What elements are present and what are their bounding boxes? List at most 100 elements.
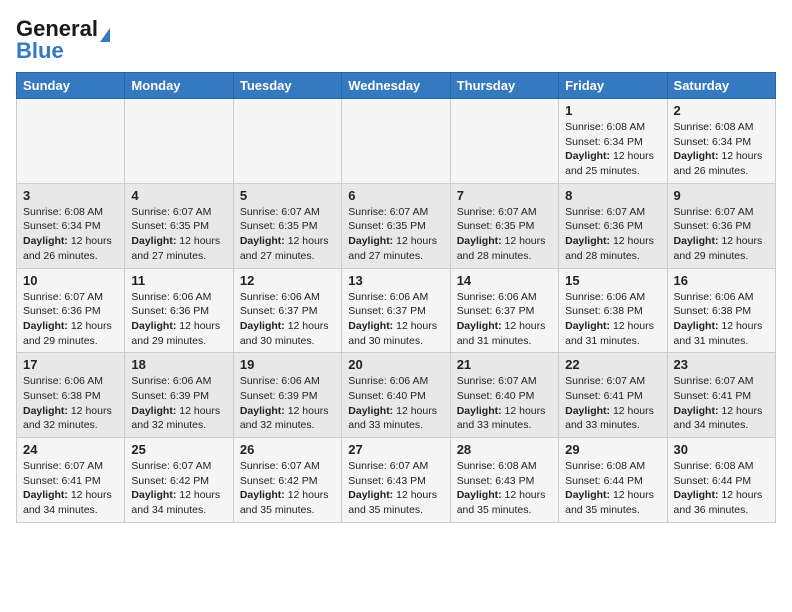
day-header-saturday: Saturday — [667, 73, 775, 99]
day-number: 26 — [240, 442, 335, 457]
day-info: Daylight: 12 hours and 34 minutes. — [674, 404, 769, 433]
calendar-cell: 9Sunrise: 6:07 AMSunset: 6:36 PMDaylight… — [667, 183, 775, 268]
day-info: Sunset: 6:38 PM — [565, 304, 660, 319]
calendar-header-row: SundayMondayTuesdayWednesdayThursdayFrid… — [17, 73, 776, 99]
day-number: 21 — [457, 357, 552, 372]
day-info: Daylight: 12 hours and 25 minutes. — [565, 149, 660, 178]
day-info: Sunrise: 6:07 AM — [23, 459, 118, 474]
calendar-cell: 7Sunrise: 6:07 AMSunset: 6:35 PMDaylight… — [450, 183, 558, 268]
day-number: 23 — [674, 357, 769, 372]
calendar-cell: 15Sunrise: 6:06 AMSunset: 6:38 PMDayligh… — [559, 268, 667, 353]
day-info: Sunset: 6:39 PM — [240, 389, 335, 404]
day-info: Sunset: 6:35 PM — [348, 219, 443, 234]
day-info: Sunrise: 6:07 AM — [23, 290, 118, 305]
day-header-monday: Monday — [125, 73, 233, 99]
day-number: 29 — [565, 442, 660, 457]
calendar-cell: 3Sunrise: 6:08 AMSunset: 6:34 PMDaylight… — [17, 183, 125, 268]
day-info: Sunset: 6:37 PM — [348, 304, 443, 319]
day-info: Sunrise: 6:07 AM — [348, 459, 443, 474]
calendar-cell: 18Sunrise: 6:06 AMSunset: 6:39 PMDayligh… — [125, 353, 233, 438]
day-info: Sunset: 6:40 PM — [457, 389, 552, 404]
day-number: 25 — [131, 442, 226, 457]
day-info: Daylight: 12 hours and 35 minutes. — [348, 488, 443, 517]
day-info: Daylight: 12 hours and 35 minutes. — [457, 488, 552, 517]
day-info: Daylight: 12 hours and 29 minutes. — [131, 319, 226, 348]
day-info: Daylight: 12 hours and 31 minutes. — [457, 319, 552, 348]
calendar-cell: 2Sunrise: 6:08 AMSunset: 6:34 PMDaylight… — [667, 99, 775, 184]
day-info: Sunrise: 6:06 AM — [240, 374, 335, 389]
day-info: Sunset: 6:43 PM — [348, 474, 443, 489]
day-number: 24 — [23, 442, 118, 457]
day-info: Sunrise: 6:06 AM — [565, 290, 660, 305]
day-number: 15 — [565, 273, 660, 288]
day-info: Sunrise: 6:08 AM — [674, 120, 769, 135]
logo: General Blue — [16, 16, 110, 64]
day-info: Sunset: 6:39 PM — [131, 389, 226, 404]
day-info: Sunrise: 6:07 AM — [674, 374, 769, 389]
logo-text-blue: Blue — [16, 38, 64, 64]
day-info: Daylight: 12 hours and 27 minutes. — [131, 234, 226, 263]
day-number: 28 — [457, 442, 552, 457]
day-number: 18 — [131, 357, 226, 372]
calendar-week-3: 17Sunrise: 6:06 AMSunset: 6:38 PMDayligh… — [17, 353, 776, 438]
calendar-cell: 30 Sunrise: 6:08 AMSunset: 6:44 PMDayligh… — [667, 438, 775, 523]
calendar-cell: 22Sunrise: 6:07 AMSunset: 6:41 PMDayligh… — [559, 353, 667, 438]
day-info: Sunrise: 6:07 AM — [674, 205, 769, 220]
calendar-cell: 11 Sunrise: 6:06 AMSunset: 6:36 PMDayligh… — [125, 268, 233, 353]
day-info: Daylight: 12 hours and 33 minutes. — [348, 404, 443, 433]
day-header-sunday: Sunday — [17, 73, 125, 99]
day-info: Daylight: 12 hours and 36 minutes. — [674, 488, 769, 517]
day-info: Sunset: 6:38 PM — [674, 304, 769, 319]
day-info: Daylight: 12 hours and 26 minutes. — [23, 234, 118, 263]
calendar-cell: 14Sunrise: 6:06 AMSunset: 6:37 PMDayligh… — [450, 268, 558, 353]
day-info: Sunrise: 6:06 AM — [240, 290, 335, 305]
day-header-friday: Friday — [559, 73, 667, 99]
day-info: Sunrise: 6:06 AM — [131, 290, 226, 305]
day-info: Sunset: 6:34 PM — [565, 135, 660, 150]
day-info: Sunrise: 6:08 AM — [674, 459, 769, 474]
calendar-cell: 28Sunrise: 6:08 AMSunset: 6:43 PMDayligh… — [450, 438, 558, 523]
day-info: Daylight: 12 hours and 26 minutes. — [674, 149, 769, 178]
day-info: Sunrise: 6:08 AM — [565, 120, 660, 135]
calendar-cell — [342, 99, 450, 184]
day-info: Daylight: 12 hours and 29 minutes. — [674, 234, 769, 263]
calendar-cell: 5Sunrise: 6:07 AMSunset: 6:35 PMDaylight… — [233, 183, 341, 268]
day-number: 1 — [565, 103, 660, 118]
calendar-cell: 6Sunrise: 6:07 AMSunset: 6:35 PMDaylight… — [342, 183, 450, 268]
day-info: Sunrise: 6:08 AM — [457, 459, 552, 474]
day-number: 30 — [674, 442, 769, 457]
day-info: Sunset: 6:36 PM — [674, 219, 769, 234]
calendar-cell: 17Sunrise: 6:06 AMSunset: 6:38 PMDayligh… — [17, 353, 125, 438]
day-info: Sunrise: 6:07 AM — [348, 205, 443, 220]
calendar-cell: 20Sunrise: 6:06 AMSunset: 6:40 PMDayligh… — [342, 353, 450, 438]
calendar-cell: 26Sunrise: 6:07 AMSunset: 6:42 PMDayligh… — [233, 438, 341, 523]
day-number: 27 — [348, 442, 443, 457]
day-info: Sunrise: 6:07 AM — [131, 205, 226, 220]
day-info: Daylight: 12 hours and 34 minutes. — [131, 488, 226, 517]
day-info: Sunset: 6:34 PM — [23, 219, 118, 234]
day-info: Sunrise: 6:07 AM — [565, 205, 660, 220]
calendar-week-1: 3Sunrise: 6:08 AMSunset: 6:34 PMDaylight… — [17, 183, 776, 268]
calendar-cell: 8Sunrise: 6:07 AMSunset: 6:36 PMDaylight… — [559, 183, 667, 268]
day-number: 8 — [565, 188, 660, 203]
day-info: Sunset: 6:44 PM — [674, 474, 769, 489]
day-info: Daylight: 12 hours and 28 minutes. — [457, 234, 552, 263]
day-number: 11 — [131, 273, 226, 288]
day-info: Daylight: 12 hours and 32 minutes. — [131, 404, 226, 433]
day-info: Sunset: 6:36 PM — [131, 304, 226, 319]
day-info: Sunset: 6:40 PM — [348, 389, 443, 404]
day-info: Sunset: 6:41 PM — [565, 389, 660, 404]
day-info: Sunrise: 6:07 AM — [457, 205, 552, 220]
calendar-cell: 21Sunrise: 6:07 AMSunset: 6:40 PMDayligh… — [450, 353, 558, 438]
day-number: 10 — [23, 273, 118, 288]
day-info: Daylight: 12 hours and 30 minutes. — [240, 319, 335, 348]
day-info: Sunset: 6:35 PM — [240, 219, 335, 234]
day-number: 2 — [674, 103, 769, 118]
day-info: Sunset: 6:42 PM — [240, 474, 335, 489]
calendar-cell — [450, 99, 558, 184]
day-info: Sunset: 6:41 PM — [674, 389, 769, 404]
day-number: 14 — [457, 273, 552, 288]
day-info: Sunrise: 6:06 AM — [348, 374, 443, 389]
day-info: Sunset: 6:38 PM — [23, 389, 118, 404]
day-info: Daylight: 12 hours and 30 minutes. — [348, 319, 443, 348]
